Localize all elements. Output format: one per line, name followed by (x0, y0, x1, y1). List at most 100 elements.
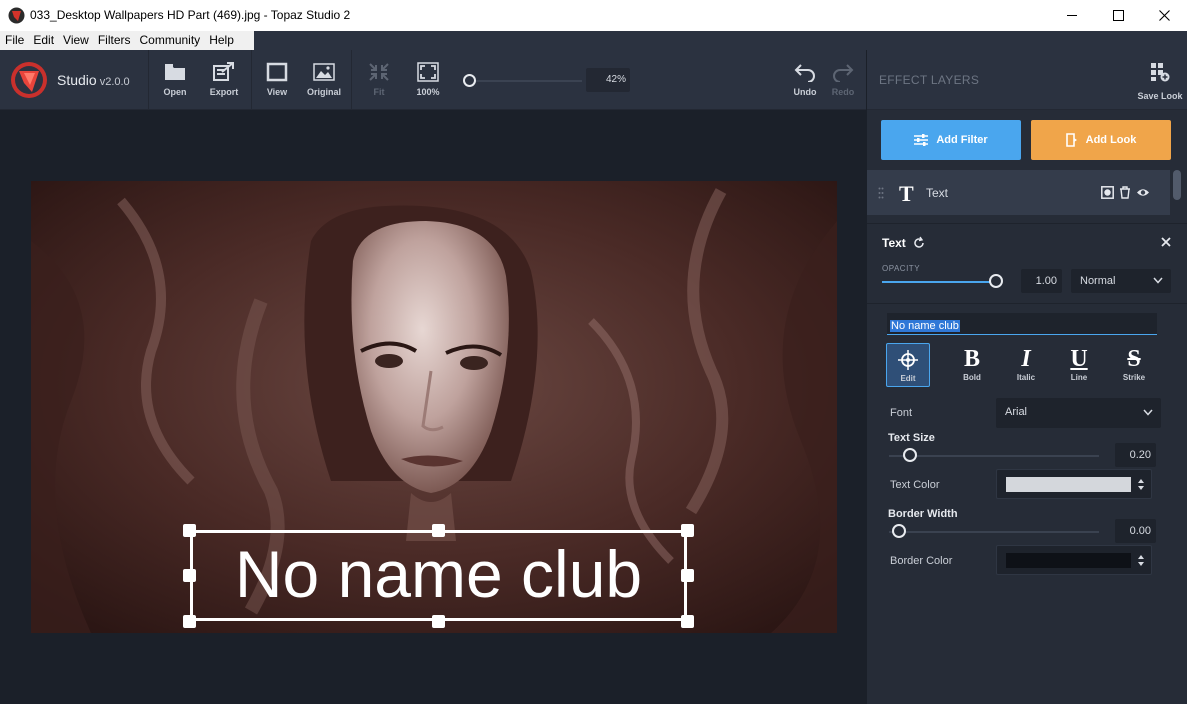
minimize-button[interactable] (1049, 0, 1095, 31)
text-size-label: Text Size (888, 432, 935, 444)
text-color-swatch[interactable] (1006, 477, 1131, 492)
blend-mode-select[interactable]: Normal (1071, 269, 1171, 293)
underline-button[interactable]: U Line (1057, 343, 1101, 387)
resize-handle-top-right[interactable] (681, 524, 694, 537)
text-overlay-box[interactable]: No name club (190, 530, 687, 621)
bold-button[interactable]: B Bold (950, 343, 994, 387)
text-size-slider-track[interactable] (889, 455, 1099, 457)
resize-handle-bottom-right[interactable] (681, 615, 694, 628)
resize-handle-bottom[interactable] (432, 615, 445, 628)
font-label: Font (890, 407, 913, 419)
topaz-app-icon (8, 7, 25, 24)
menu-help[interactable]: Help (204, 31, 238, 50)
resize-handle-left[interactable] (183, 569, 196, 582)
zoom-slider-track[interactable] (469, 80, 582, 82)
border-color-swatch[interactable] (1006, 553, 1131, 568)
open-button[interactable]: Open (153, 62, 197, 102)
export-icon (213, 62, 234, 81)
resize-handle-top[interactable] (432, 524, 445, 537)
brand-label: Studio v2.0.0 (57, 72, 130, 88)
window-title: 033_Desktop Wallpapers HD Part (469).jpg… (30, 8, 351, 22)
image-canvas[interactable]: No name club (0, 110, 866, 704)
menu-view[interactable]: View (58, 31, 93, 50)
menu-filters[interactable]: Filters (93, 31, 135, 50)
view-button[interactable]: View (255, 62, 299, 102)
look-icon (1065, 133, 1077, 147)
overlay-text[interactable]: No name club (193, 536, 684, 612)
resize-handle-top-left[interactable] (183, 524, 196, 537)
underline-icon: U (1070, 346, 1088, 372)
menu-edit[interactable]: Edit (28, 31, 58, 50)
border-width-value[interactable]: 0.00 (1115, 519, 1156, 543)
fit-label: Fit (373, 87, 385, 97)
visibility-eye-icon[interactable] (1136, 186, 1150, 199)
minimize-icon (1066, 15, 1077, 16)
layer-row-text[interactable]: T Text (867, 170, 1170, 215)
edit-label: Edit (900, 374, 916, 383)
save-look-button[interactable]: Save Look (1135, 62, 1185, 101)
panel-scrollbar[interactable] (1173, 170, 1181, 200)
redo-label: Redo (831, 87, 855, 97)
font-select[interactable]: Arial (996, 398, 1161, 428)
menu-file[interactable]: File (0, 31, 28, 50)
trash-icon[interactable] (1119, 186, 1131, 199)
opacity-slider-handle[interactable] (989, 274, 1003, 288)
maximize-button[interactable] (1095, 0, 1141, 31)
text-settings-section: Text OPACITY 1.00 Normal No name club Ed… (867, 223, 1187, 704)
open-label: Open (163, 87, 187, 97)
drag-handle-icon[interactable] (878, 187, 884, 199)
grid-plus-icon (1151, 63, 1170, 82)
chevron-down-icon (1143, 409, 1153, 416)
text-color-label: Text Color (890, 479, 940, 491)
close-window-button[interactable] (1141, 0, 1187, 31)
strike-label: Strike (1122, 373, 1146, 382)
layer-actions (1101, 186, 1150, 199)
menu-bar: File Edit View Filters Community Help (0, 31, 254, 50)
zoom-100-button[interactable]: 100% (406, 62, 450, 102)
border-width-slider-handle[interactable] (892, 524, 906, 538)
italic-label: Italic (1016, 373, 1036, 382)
zoom-value[interactable]: 42% (586, 68, 630, 92)
save-look-label: Save Look (1137, 91, 1183, 101)
resize-handle-bottom-left[interactable] (183, 615, 196, 628)
text-size-value[interactable]: 0.20 (1115, 443, 1156, 467)
add-look-button[interactable]: Add Look (1031, 120, 1171, 160)
mask-icon[interactable] (1101, 186, 1114, 199)
text-color-picker[interactable] (996, 469, 1152, 499)
redo-icon (833, 64, 854, 82)
border-color-picker[interactable] (996, 545, 1152, 575)
opacity-value[interactable]: 1.00 (1021, 269, 1062, 293)
redo-button[interactable]: Redo (821, 62, 865, 102)
italic-button[interactable]: I Italic (1004, 343, 1048, 387)
close-icon (1158, 10, 1170, 21)
border-width-label: Border Width (888, 508, 958, 520)
bold-icon: B (963, 346, 980, 372)
export-button[interactable]: Export (202, 62, 246, 102)
add-filter-button[interactable]: Add Filter (881, 120, 1021, 160)
chevron-down-icon (1153, 277, 1163, 284)
original-button[interactable]: Original (302, 62, 346, 102)
spinner-arrows-icon[interactable] (1138, 554, 1144, 567)
fit-button[interactable]: Fit (357, 62, 401, 102)
toolbar-divider (251, 50, 252, 110)
close-section-icon[interactable] (1159, 235, 1173, 249)
strike-button[interactable]: S Strike (1112, 343, 1156, 387)
maximize-icon (1112, 10, 1124, 21)
reset-icon[interactable] (912, 236, 926, 250)
text-content-input[interactable]: No name club (887, 313, 1157, 335)
main-toolbar: Studio v2.0.0 Open Export View Original F… (0, 50, 866, 110)
border-width-slider-track[interactable] (889, 531, 1099, 533)
strike-icon: S (1127, 346, 1141, 372)
zoom-100-label: 100% (416, 87, 440, 97)
blend-mode-value: Normal (1080, 275, 1116, 287)
edit-format-button[interactable]: Edit (886, 343, 930, 387)
text-size-slider-handle[interactable] (902, 448, 917, 462)
menu-community[interactable]: Community (135, 31, 205, 50)
zoom-slider-handle[interactable] (463, 74, 476, 87)
spinner-arrows-icon[interactable] (1138, 478, 1144, 491)
layer-name: Text (926, 186, 949, 200)
expand-icon (417, 62, 439, 82)
resize-handle-right[interactable] (681, 569, 694, 582)
view-label: View (266, 87, 288, 97)
app-window: 033_Desktop Wallpapers HD Part (469).jpg… (0, 0, 1187, 704)
